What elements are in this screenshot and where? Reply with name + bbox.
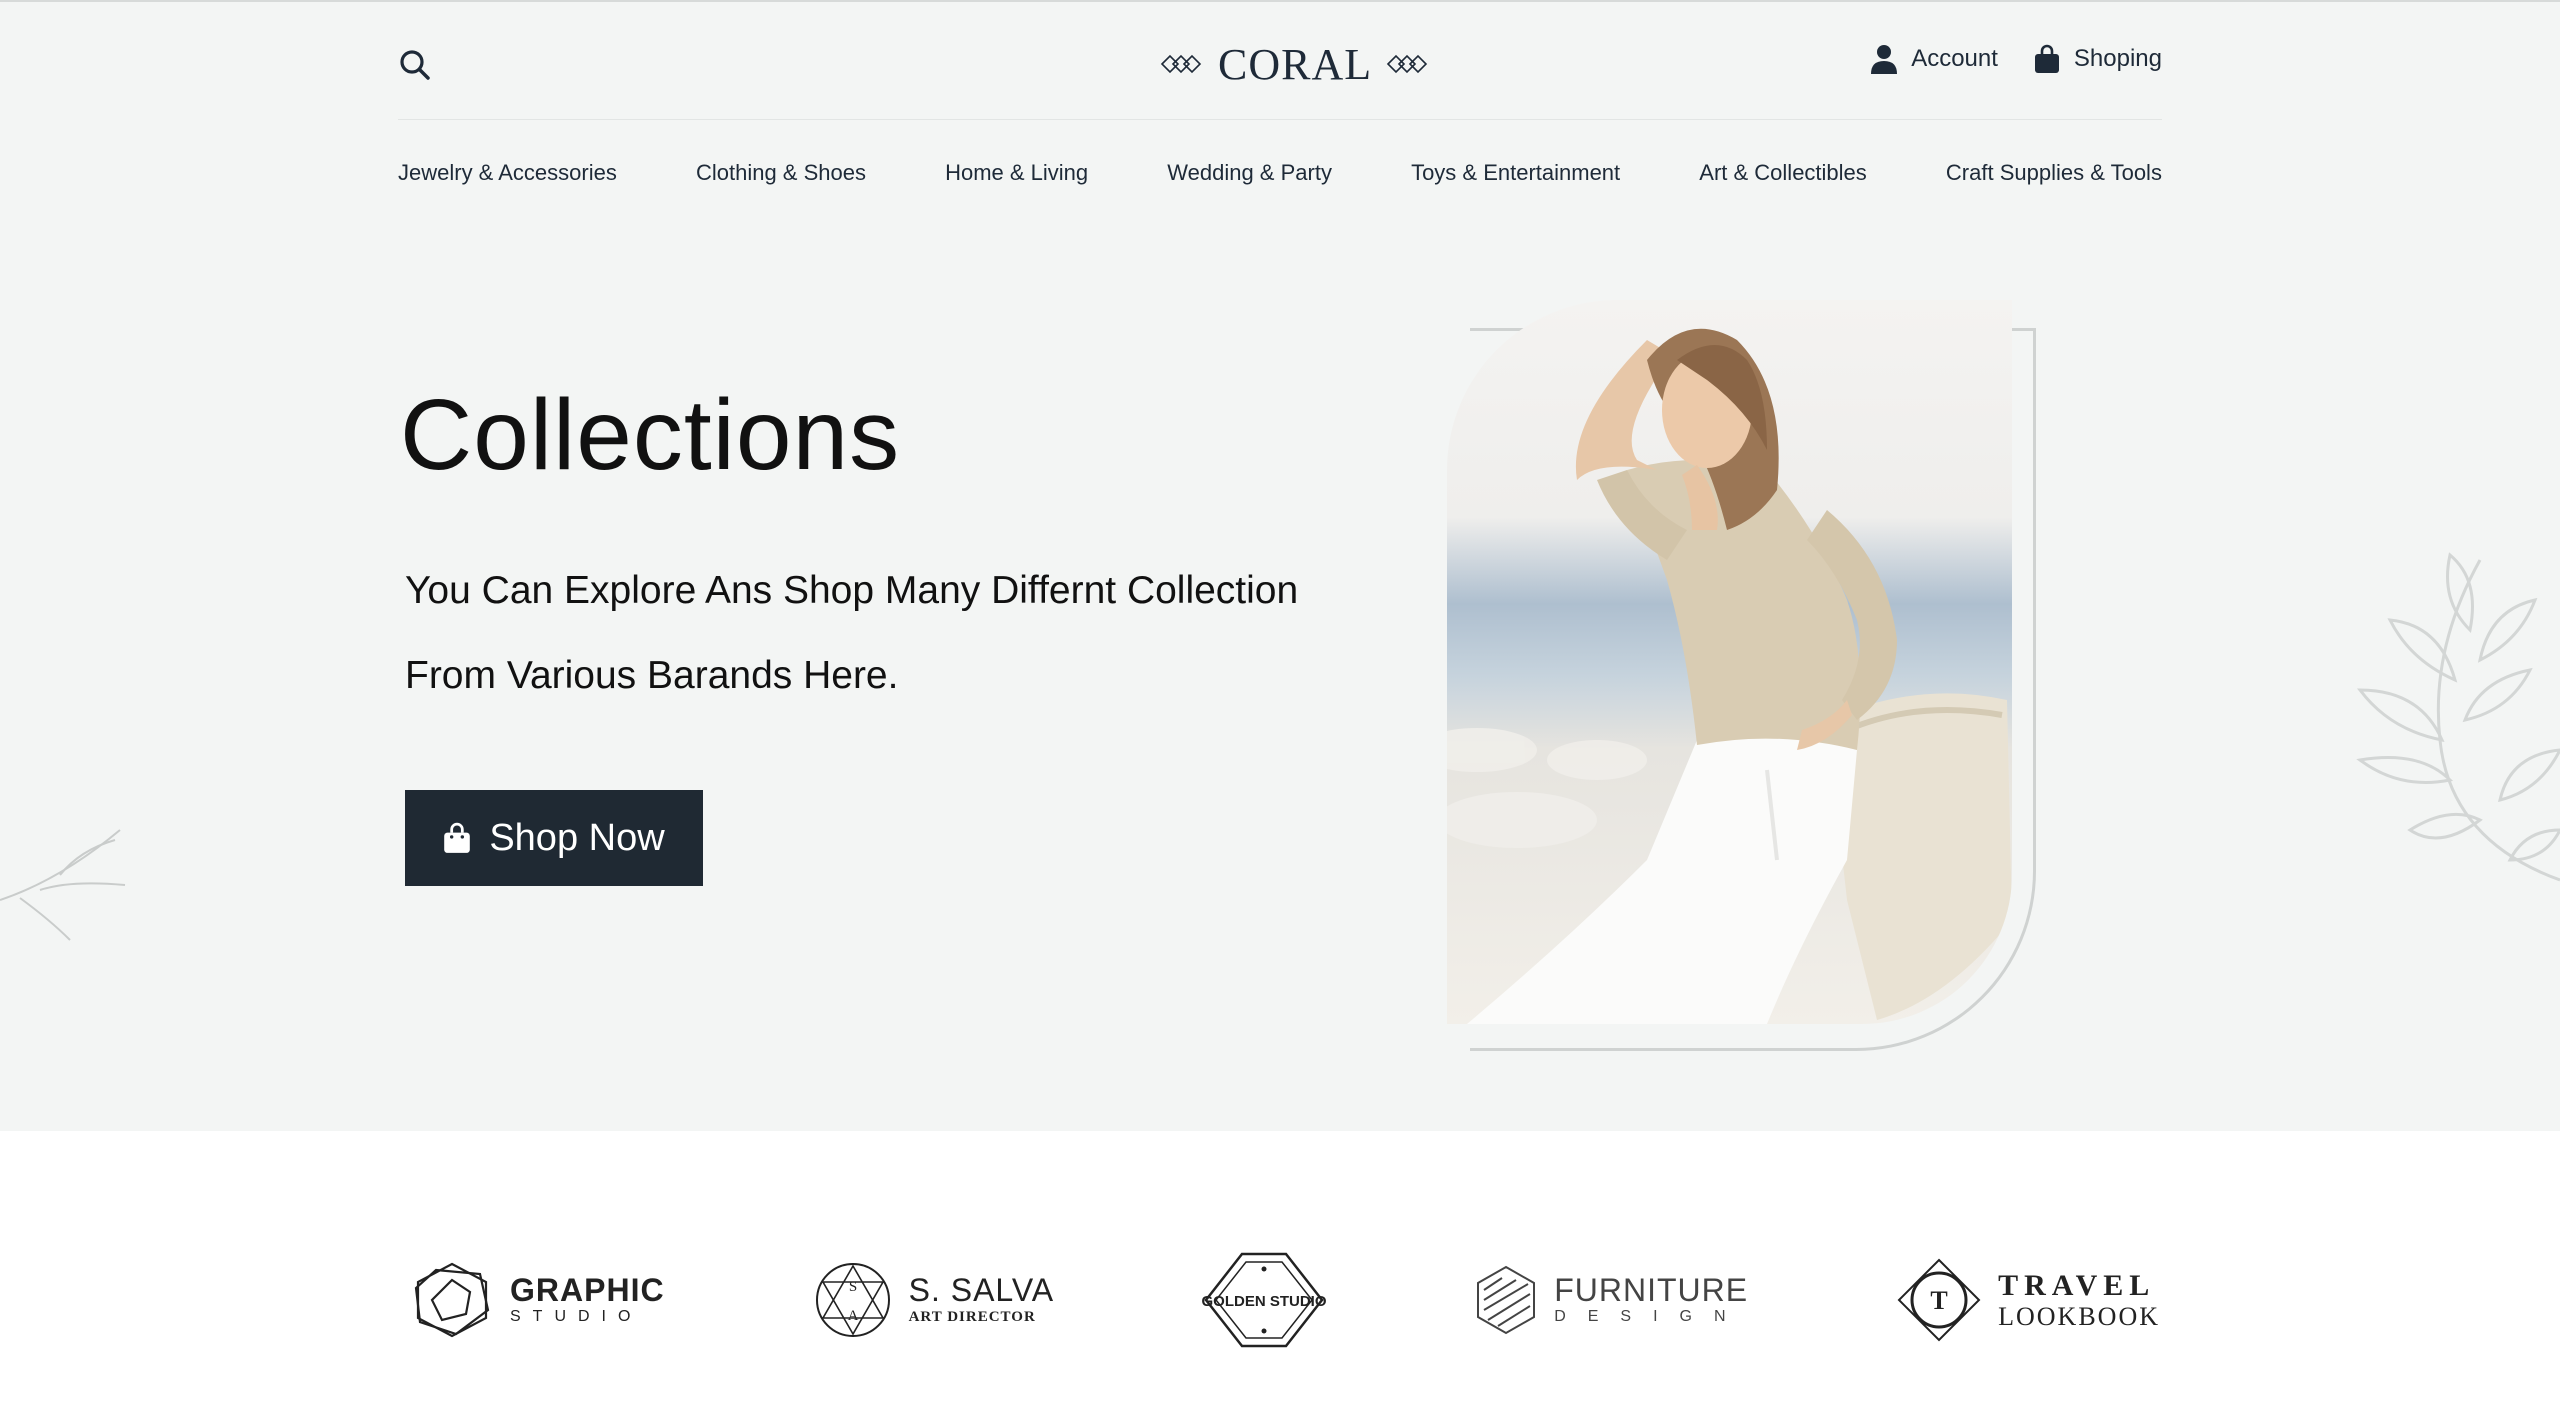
geometric-logo-icon <box>414 1262 490 1338</box>
brand-monogram: T <box>1930 1286 1947 1315</box>
nav-item-craft[interactable]: Craft Supplies & Tools <box>1946 160 2162 186</box>
brand-tagline: LOOKBOOK <box>1998 1302 2160 1331</box>
hero-subtitle-line-2: From Various Barands Here. <box>405 654 899 697</box>
logo-ornament-right-icon <box>1386 54 1428 74</box>
user-icon <box>1871 45 1898 74</box>
brand-graphic-studio[interactable]: GRAPHIC STUDIO <box>410 1260 665 1340</box>
brand-travel-lookbook[interactable]: T TRAVEL LOOKBOOK <box>1896 1257 2160 1343</box>
nav-item-jewelry[interactable]: Jewelry & Accessories <box>398 160 617 186</box>
leaf-branch-left-decoration <box>0 829 126 941</box>
logo-ornament-left-icon <box>1160 54 1202 74</box>
hero-model-photo <box>1447 300 2012 1024</box>
site-logo[interactable]: CORAL <box>1160 36 1430 92</box>
cube-logo-icon <box>1477 1265 1536 1335</box>
brand-name: GOLDEN STUDIO <box>1202 1293 1326 1310</box>
shopping-bag-icon <box>2034 44 2059 73</box>
shop-now-button[interactable]: Shop Now <box>405 790 703 886</box>
shopping-bag-icon <box>444 822 471 853</box>
site-header: CORAL Account Shoping <box>398 0 2162 120</box>
monogram-badge-icon: S A <box>815 1263 890 1337</box>
brand-furniture-design[interactable]: FURNITURE DESIGN <box>1474 1264 1748 1336</box>
logo-text: CORAL <box>1218 39 1373 89</box>
account-label: Account <box>1911 45 1998 72</box>
account-link[interactable]: Account <box>1871 44 1998 74</box>
search-icon[interactable] <box>398 48 432 82</box>
hero-title: Collections <box>400 379 901 491</box>
monogram-t-icon: T <box>1897 1258 1981 1342</box>
hero-subtitle-line-1: You Can Explore Ans Shop Many Differnt C… <box>405 569 1299 612</box>
brand-name: GRAPHIC <box>510 1272 665 1308</box>
brand-s-salva[interactable]: S A S. SALVA ART DIRECTOR <box>813 1260 1055 1340</box>
nav-item-clothing[interactable]: Clothing & Shoes <box>696 160 866 186</box>
nav-item-wedding[interactable]: Wedding & Party <box>1167 160 1332 186</box>
shopping-link[interactable]: Shoping <box>2034 44 2162 74</box>
nav-item-toys[interactable]: Toys & Entertainment <box>1411 160 1620 186</box>
brand-name: TRAVEL <box>1998 1269 2156 1302</box>
brand-monogram-bottom: A <box>847 1308 858 1324</box>
hero-subtitle: You Can Explore Ans Shop Many Differnt C… <box>405 548 1385 718</box>
brand-name: S. SALVA <box>908 1272 1055 1308</box>
category-nav: Jewelry & Accessories Clothing & Shoes H… <box>398 160 2162 186</box>
brand-tagline: DESIGN <box>1554 1308 1748 1325</box>
nav-item-home[interactable]: Home & Living <box>945 160 1088 186</box>
brand-name: FURNITURE <box>1554 1272 1749 1308</box>
nav-item-art[interactable]: Art & Collectibles <box>1699 160 1867 186</box>
shopping-label: Shoping <box>2073 45 2162 72</box>
octagon-badge-icon: GOLDEN STUDIO <box>1202 1252 1326 1348</box>
brand-tagline: STUDIO <box>510 1308 643 1325</box>
shop-now-label: Shop Now <box>489 816 665 859</box>
leaf-branch-right-decoration <box>2356 552 2560 882</box>
brand-monogram-top: S <box>848 1279 856 1295</box>
brand-logos-row: GRAPHIC STUDIO S A S. SALVA ART DIRECTOR… <box>410 1240 2160 1360</box>
brand-tagline: ART DIRECTOR <box>908 1309 1036 1325</box>
brand-golden-studio[interactable]: GOLDEN STUDIO <box>1202 1250 1326 1350</box>
